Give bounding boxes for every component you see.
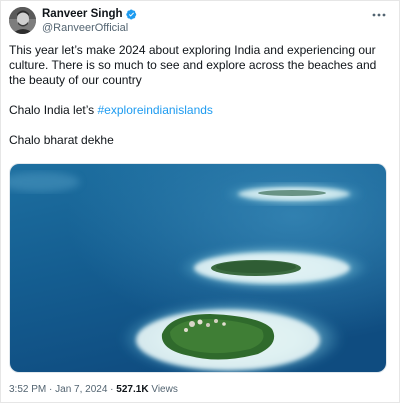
display-name-row: Ranveer Singh xyxy=(42,7,137,21)
more-options-dots xyxy=(372,13,386,17)
views-label: Views xyxy=(148,384,178,395)
tweet-paragraph-3: Chalo bharat dekhe xyxy=(9,133,114,147)
tweet-paragraph-2: Chalo India let’s #exploreindianislands xyxy=(9,103,393,118)
verified-badge-icon xyxy=(125,9,136,19)
tweet-metadata: 3:52 PM · Jan 7, 2024 · 527.1K Views xyxy=(9,384,178,396)
more-options-icon[interactable] xyxy=(371,9,387,21)
avatar[interactable] xyxy=(9,7,36,34)
meta-separator-2: · xyxy=(107,384,117,395)
tweet-paragraph-1: This year let’s make 2024 about explorin… xyxy=(9,43,377,87)
tweet-text: This year let’s make 2024 about explorin… xyxy=(9,43,393,148)
author-handle[interactable]: @RanveerOfficial xyxy=(42,22,137,35)
views-count[interactable]: 527.1K xyxy=(116,384,148,395)
author-names: Ranveer Singh @RanveerOfficial xyxy=(42,7,137,35)
tweet-header: Ranveer Singh @RanveerOfficial xyxy=(9,7,391,35)
tweet-paragraph-2-text: Chalo India let’s xyxy=(9,103,98,117)
tweet-date[interactable]: Jan 7, 2024 xyxy=(55,384,107,395)
tweet-time[interactable]: 3:52 PM xyxy=(9,384,46,395)
avatar-photo xyxy=(9,7,36,34)
display-name[interactable]: Ranveer Singh xyxy=(42,7,123,21)
islands-aerial-photo xyxy=(10,164,386,372)
tweet-media-image[interactable] xyxy=(9,163,387,373)
tweet-card: Ranveer Singh @RanveerOfficial This year… xyxy=(0,0,400,403)
meta-separator-1: · xyxy=(46,384,56,395)
hashtag-link[interactable]: #exploreindianislands xyxy=(98,103,213,117)
